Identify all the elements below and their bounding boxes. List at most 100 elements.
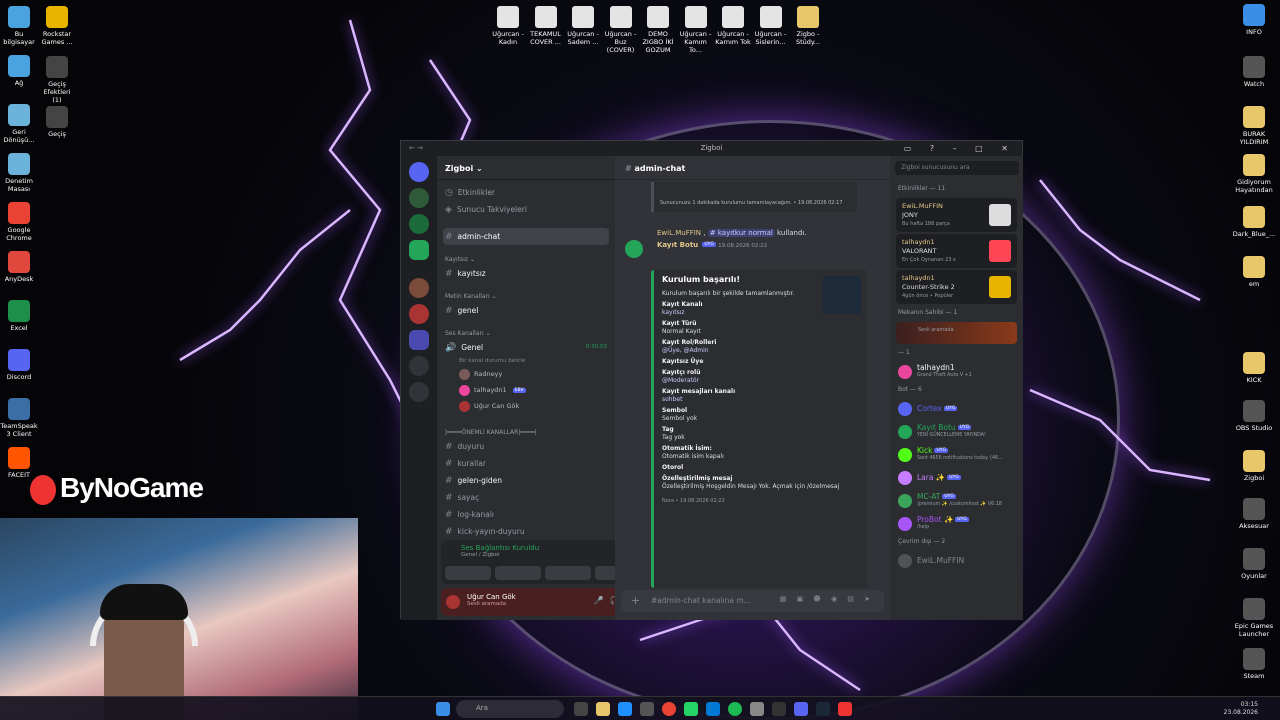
desktop-icon[interactable]: Watch: [1228, 56, 1280, 88]
nav-arrows[interactable]: ← →: [409, 141, 423, 156]
desktop-icon[interactable]: Discord: [0, 349, 38, 381]
desktop-icon[interactable]: Epic Games Launcher: [1228, 598, 1280, 638]
bot-member[interactable]: Lara ✨ UYG: [890, 466, 1023, 489]
desktop-icon[interactable]: Uğurcan - Karnım Tok: [715, 6, 751, 46]
category-metin[interactable]: Metin Kanalları ⌄: [437, 288, 615, 302]
activities-button[interactable]: [545, 566, 591, 580]
desktop-icon[interactable]: Steam: [1228, 648, 1280, 680]
owner-card[interactable]: Sesli aramada: [896, 322, 1017, 344]
server-icon[interactable]: [409, 214, 429, 234]
server-icon[interactable]: [409, 188, 429, 208]
desktop-icon[interactable]: Uğurcan - Kamım To...: [678, 6, 714, 54]
home-icon[interactable]: [409, 162, 429, 182]
desktop-icon[interactable]: AnyDesk: [0, 251, 38, 283]
explore-icon[interactable]: [409, 382, 429, 402]
channel-sayac[interactable]: # sayaç: [437, 489, 615, 506]
chrome-taskbar-icon[interactable]: [662, 702, 676, 716]
category-important[interactable]: |━━━━ÖNEMLİ KANALLAR|━━━━|: [437, 424, 615, 438]
desktop-icon[interactable]: Aksesuar: [1228, 498, 1280, 530]
channel-duyuru[interactable]: # duyuru: [437, 438, 615, 455]
desktop-icon[interactable]: TEKAMUL COVER ...: [528, 6, 564, 46]
taskbar-app-icon[interactable]: [706, 702, 720, 716]
desktop-icon[interactable]: em: [1228, 256, 1280, 288]
desktop-icon[interactable]: Excel: [0, 300, 38, 332]
desktop-icon[interactable]: TeamSpeak 3 Client: [0, 398, 38, 438]
server-icon[interactable]: [409, 278, 429, 298]
voice-user[interactable]: talhaydn1 EBV: [437, 382, 615, 398]
channel-log[interactable]: # log-kanalı: [437, 506, 615, 523]
discord-taskbar-icon[interactable]: [794, 702, 808, 716]
desktop-icon[interactable]: OBS Studio: [1228, 400, 1280, 432]
clock[interactable]: 03:15 23.08.2026: [1224, 701, 1258, 717]
bot-member[interactable]: Kick UYG Sent 4656 notifications today. (4…: [890, 443, 1023, 466]
channel-genel[interactable]: # genel: [437, 302, 615, 319]
desktop-icon[interactable]: Zigbo - Stüdy...: [790, 6, 826, 46]
server-icon[interactable]: [409, 240, 429, 260]
bot-member[interactable]: MC-AT UYG/premium ✨ /customhost ✨ V6.18: [890, 489, 1023, 512]
taskbar-app-icon[interactable]: [596, 702, 610, 716]
channel-kick[interactable]: # kick-yayın-duyuru: [437, 523, 615, 540]
bot-avatar[interactable]: [625, 240, 643, 258]
channel-admin-chat[interactable]: # admin-chat: [443, 228, 609, 245]
desktop-icon[interactable]: Dark_Blue_...: [1228, 206, 1280, 238]
desktop-icon[interactable]: Uğurcan - Buz (COVER): [603, 6, 639, 54]
desktop-icon[interactable]: Ağ: [0, 55, 38, 87]
category-ses[interactable]: Ses Kanalları ⌄: [437, 325, 615, 339]
desktop-icon[interactable]: INFO: [1228, 4, 1280, 36]
activity-card[interactable]: talhaydn1 Counter-Strike 2 4gün önce • Pop…: [896, 270, 1017, 304]
desktop-icon[interactable]: Oyunlar: [1228, 548, 1280, 580]
screen-share-button[interactable]: [495, 566, 541, 580]
server-search-input[interactable]: Zigboi sunucusunu ara: [895, 161, 1019, 175]
desktop-icon[interactable]: Geçiş: [38, 106, 76, 138]
voice-connected-sub[interactable]: Genel / Zigboi: [461, 552, 623, 558]
desktop-icon[interactable]: DEMO ZIGBO İKİ GOZUM: [640, 6, 676, 54]
voice-user[interactable]: Uğur Can Gök: [437, 398, 615, 414]
desktop-icon[interactable]: Uğurcan - Sadem ...: [565, 6, 601, 46]
bot-member[interactable]: ProBot ✨ UYG/help: [890, 512, 1023, 535]
member-item[interactable]: talhaydn1 Grand Theft Auto V +1: [890, 360, 1023, 383]
taskbar-app-icon[interactable]: [838, 702, 852, 716]
category-kayitsiz[interactable]: Kayıtsız ⌄: [437, 251, 615, 265]
taskbar-search[interactable]: Ara: [456, 700, 564, 718]
channel-gelen-giden[interactable]: # gelen-giden: [437, 472, 615, 489]
input-tools[interactable]: ▦ ▣ ☻ ◉ ▤ ➤: [780, 595, 874, 603]
server-icon[interactable]: [409, 304, 429, 324]
taskbar-app-icon[interactable]: [772, 702, 786, 716]
channel-kayitsiz[interactable]: # kayıtsız: [437, 265, 615, 282]
desktop-icon[interactable]: Google Chrome: [0, 202, 38, 242]
voice-channel-genel[interactable]: 🔊 Genel 0:30:03: [437, 339, 615, 356]
taskbar-app-icon[interactable]: [750, 702, 764, 716]
message-input[interactable]: + #admin-chat kanalına m... ▦ ▣ ☻ ◉ ▤ ➤: [621, 590, 884, 612]
voice-user[interactable]: Radneyy: [437, 366, 615, 382]
desktop-icon[interactable]: Denetim Masası: [0, 153, 38, 193]
bot-member[interactable]: Cortex UYG: [890, 397, 1023, 420]
desktop-icon[interactable]: Geçiş Efektleri (1): [38, 56, 76, 104]
taskbar-app-icon[interactable]: [574, 702, 588, 716]
desktop-icon[interactable]: Uğurcan - Kadın: [490, 6, 526, 46]
server-header[interactable]: Zigboi ⌄: [437, 156, 615, 180]
desktop-icon[interactable]: Gidiyorum Hayatından: [1228, 154, 1280, 194]
events-link[interactable]: ◷ Etkinlikler: [437, 184, 615, 201]
taskbar-app-icon[interactable]: [640, 702, 654, 716]
member-item-offline[interactable]: EwiL.MuFFIN: [890, 549, 1023, 572]
taskbar-app-icon[interactable]: [618, 702, 632, 716]
desktop-icon[interactable]: KICK: [1228, 352, 1280, 384]
start-icon[interactable]: [436, 702, 450, 716]
window-controls[interactable]: ▭ ? – □ ✕: [904, 141, 1016, 156]
boosts-link[interactable]: ◈ Sunucu Takviyeleri: [437, 201, 615, 218]
activity-card[interactable]: talhaydn1 VALORANT En Çok Oynanan 23 s: [896, 234, 1017, 268]
desktop-icon[interactable]: Bu bilgisayar: [0, 6, 38, 46]
desktop-icon[interactable]: BURAK YILDIRIM: [1228, 106, 1280, 146]
activity-card[interactable]: EwiL.MuFFIN JONY Bu hafta 188 parça: [896, 198, 1017, 232]
noise-button[interactable]: [445, 566, 491, 580]
add-server-icon[interactable]: [409, 356, 429, 376]
desktop-icon[interactable]: Uğurcan - Sislerin...: [753, 6, 789, 46]
desktop-icon[interactable]: Rockstar Games ...: [38, 6, 76, 46]
channel-kurallar[interactable]: # kurallar: [437, 455, 615, 472]
taskbar-app-icon[interactable]: [684, 702, 698, 716]
attach-icon[interactable]: +: [631, 594, 640, 607]
taskbar-app-icon[interactable]: [728, 702, 742, 716]
steam-taskbar-icon[interactable]: [816, 702, 830, 716]
desktop-icon[interactable]: Zigboi: [1228, 450, 1280, 482]
desktop-icon[interactable]: Geri Dönüşü...: [0, 104, 38, 144]
